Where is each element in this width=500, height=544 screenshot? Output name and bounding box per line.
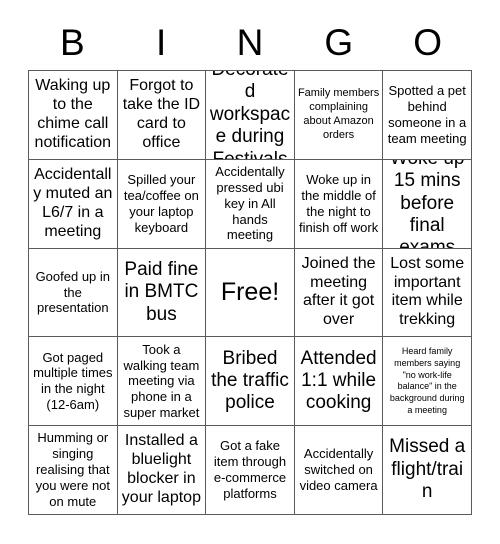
bingo-cell-text: Got paged multiple times in the night (1… (33, 349, 113, 413)
bingo-cell-text: Accidentally muted an L6/7 in a meeting (33, 165, 113, 240)
bingo-cell-text: Got a fake item through e-commerce platf… (213, 438, 287, 501)
bingo-header-letter-n: N (236, 21, 264, 63)
bingo-cell[interactable]: Spotted a pet behind someone in a team m… (383, 71, 472, 160)
bingo-cell[interactable]: Humming or singing realising that you we… (29, 426, 118, 515)
bingo-cell-text: Installed a bluelight blocker in your la… (121, 432, 201, 506)
bingo-cell-text: Accidentally switched on video camera (299, 446, 378, 494)
bingo-cell-text: Forgot to take the ID card to office (122, 77, 201, 151)
bingo-cell[interactable]: Joined the meeting after it got over (294, 248, 384, 338)
bingo-cell-text: Missed a flight/train (389, 436, 466, 503)
bingo-cell-text: Woke up in the middle of the night to fi… (298, 171, 379, 235)
bingo-cell[interactable]: Accidentally pressed ubi key in All hand… (206, 159, 295, 249)
bingo-cell[interactable]: Accidentally muted an L6/7 in a meeting (29, 159, 118, 249)
bingo-cell[interactable]: Decorated workspace during Festivals (206, 71, 295, 160)
bingo-cell[interactable]: Waking up to the chime call notification (29, 71, 118, 160)
bingo-cell[interactable]: Woke up in the middle of the night to fi… (294, 159, 384, 249)
bingo-header-letter-o: O (413, 21, 442, 63)
bingo-cell-text: Family members complaining about Amazon … (297, 87, 380, 141)
bingo-cell[interactable]: Forgot to take the ID card to office (117, 71, 207, 160)
bingo-cell-text: Free! (220, 278, 280, 307)
bingo-cell[interactable]: Took a walking team meeting via phone in… (117, 337, 207, 427)
bingo-cell[interactable]: Spilled your tea/coffee on your laptop k… (117, 159, 207, 249)
bingo-cell[interactable]: Goofed up in the presentation (29, 248, 118, 338)
bingo-cell-text: Spilled your tea/coffee on your laptop k… (123, 171, 199, 235)
bingo-cell[interactable]: Got paged multiple times in the night (1… (29, 337, 118, 427)
bingo-cell-text: Woke up 15 mins before final exams (390, 160, 465, 249)
bingo-cell-text: Goofed up in the presentation (35, 268, 111, 316)
bingo-cell-text: Accidentally pressed ubi key in All hand… (215, 164, 285, 243)
bingo-cell-text: Waking up to the chime call notification (34, 77, 112, 151)
bingo-cell[interactable]: Bribed the traffic police (206, 337, 295, 427)
bingo-cell[interactable]: Got a fake item through e-commerce platf… (206, 426, 295, 515)
bingo-cell[interactable]: Family members complaining about Amazon … (294, 71, 384, 160)
bingo-cell[interactable]: Installed a bluelight blocker in your la… (117, 426, 207, 515)
bingo-cell[interactable]: Attended 1:1 while cooking (294, 337, 384, 427)
bingo-cell-text: Took a walking team meeting via phone in… (123, 341, 200, 421)
bingo-cell-text: Bribed the traffic police (211, 347, 289, 414)
bingo-cell[interactable]: Lost some important item while trekking (383, 248, 472, 338)
bingo-cell-text: Attended 1:1 while cooking (300, 347, 377, 414)
bingo-header-letter-i: I (156, 21, 167, 63)
bingo-cell-text: Paid fine in BMTC bus (124, 258, 199, 325)
bingo-cell-text: Spotted a pet behind someone in a team m… (387, 83, 467, 146)
bingo-cell-text: Humming or singing realising that you we… (35, 430, 111, 509)
bingo-cell[interactable]: Accidentally switched on video camera (294, 426, 384, 515)
bingo-header-letter-b: B (60, 21, 85, 63)
bingo-header-row: B I N G O (28, 14, 472, 70)
bingo-cell[interactable]: Paid fine in BMTC bus (117, 248, 207, 338)
bingo-cell[interactable]: Missed a flight/train (383, 426, 472, 515)
bingo-cell-text: Heard family members saying "no work-lif… (389, 346, 465, 415)
bingo-card: B I N G O Waking up to the chime call no… (0, 0, 500, 544)
bingo-cell[interactable]: Woke up 15 mins before final exams (383, 159, 472, 249)
bingo-free-space-cell[interactable]: Free! (206, 248, 295, 338)
bingo-cell[interactable]: Heard family members saying "no work-lif… (383, 337, 472, 427)
bingo-grid: Waking up to the chime call notification… (28, 70, 472, 515)
bingo-cell-text: Joined the meeting after it got over (301, 254, 376, 329)
bingo-cell-text: Lost some important item while trekking (390, 254, 465, 329)
bingo-header-letter-g: G (324, 21, 354, 63)
bingo-cell-text: Decorated workspace during Festivals (209, 71, 291, 160)
